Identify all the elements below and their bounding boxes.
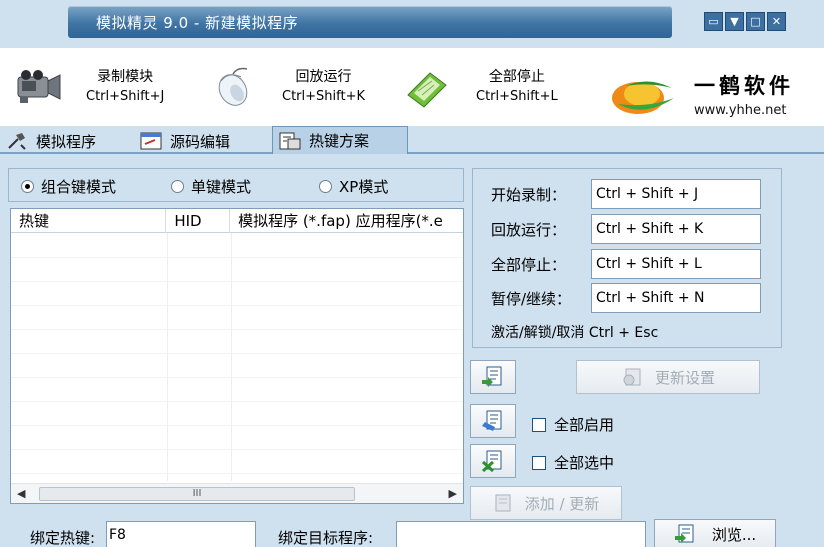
tab-label: 模拟程序 <box>36 132 97 151</box>
delete-entry-button[interactable] <box>470 444 516 478</box>
enable-all-label: 全部启用 <box>554 416 615 434</box>
hotkey-icon <box>279 132 301 150</box>
hotkey-label: 全部停止： <box>491 255 567 274</box>
list-body <box>11 233 463 481</box>
hotkey-row-pause-resume: 暂停/继续： Ctrl + Shift + N <box>491 283 761 313</box>
company-logo: 一鹤软件 www.yhhe.net <box>608 70 808 122</box>
playback-run-button[interactable]: 回放运行 Ctrl+Shift+K <box>204 60 365 114</box>
stop-all-label: 全部停止 <box>488 69 545 85</box>
radio-label: 单键模式 <box>191 178 252 196</box>
playback-hotkey-field[interactable]: Ctrl + Shift + K <box>591 214 761 244</box>
radio-xp-mode[interactable]: XP模式 <box>319 176 388 197</box>
restore-icon[interactable]: ▭ <box>704 12 723 31</box>
title-capsule[interactable]: 模拟精灵 9.0 - 新建模拟程序 <box>68 6 672 38</box>
window-title: 模拟精灵 9.0 - 新建模拟程序 <box>96 14 299 32</box>
mouse-icon <box>204 60 264 114</box>
logo-url: www.yhhe.net <box>694 103 787 118</box>
bind-target-field[interactable] <box>396 521 646 547</box>
bind-hotkey-label: 绑定热键: <box>30 529 96 547</box>
browse-icon <box>674 524 694 543</box>
tab-hotkey-scheme[interactable]: 热键方案 <box>272 126 408 154</box>
tab-label: 源码编辑 <box>170 132 231 151</box>
edit-entry-button[interactable] <box>470 404 516 438</box>
title-bar: 模拟精灵 9.0 - 新建模拟程序 ▭ ▼ □ ✕ <box>0 0 824 48</box>
camcorder-icon <box>8 60 68 114</box>
toolbar: 录制模块 Ctrl+Shift+J 回放运行 Ctrl+Shift+K 全部停止… <box>0 48 824 126</box>
import-button[interactable] <box>470 360 516 394</box>
stop-all-shortcut: Ctrl+Shift+L <box>476 89 558 104</box>
browse-label: 浏览... <box>711 525 757 544</box>
radio-dot <box>171 180 184 193</box>
hotkey-label: 暂停/继续： <box>491 289 572 308</box>
browse-button[interactable]: 浏览... <box>654 519 776 547</box>
tab-source-edit[interactable]: 源码编辑 <box>134 128 266 154</box>
hotkey-row-stop-all: 全部停止： Ctrl + Shift + L <box>491 249 761 279</box>
hotkey-settings-panel: 开始录制： Ctrl + Shift + J 回放运行： Ctrl + Shif… <box>472 168 782 348</box>
update-settings-label: 更新设置 <box>654 368 715 387</box>
stop-all-button[interactable]: 全部停止 Ctrl+Shift+L <box>396 60 558 114</box>
delete-list-icon <box>481 450 502 472</box>
record-module-shortcut: Ctrl+Shift+J <box>86 89 165 104</box>
hotkey-list[interactable]: 热键 HID 模拟程序 (*.fap) 应用程序(*.e ◀ III ▶ <box>10 208 464 504</box>
column-header-program[interactable]: 模拟程序 (*.fap) 应用程序(*.e <box>230 209 463 233</box>
column-header-hotkey[interactable]: 热键 <box>11 209 167 233</box>
import-list-icon <box>482 366 502 387</box>
radio-dot <box>21 180 34 193</box>
hotkey-label: 开始录制： <box>491 185 567 204</box>
radio-combo-key-mode[interactable]: 组合键模式 <box>21 176 116 197</box>
radio-label: XP模式 <box>339 178 389 196</box>
logo-chinese-text: 一鹤软件 <box>694 73 794 98</box>
playback-run-label: 回放运行 <box>295 69 352 85</box>
checkbox-box <box>532 417 546 432</box>
logo-crane-icon <box>612 81 674 114</box>
scroll-right-icon[interactable]: ▶ <box>449 487 457 500</box>
radio-single-key-mode[interactable]: 单键模式 <box>171 176 251 197</box>
scroll-thumb[interactable]: III <box>39 487 355 501</box>
hotkey-row-playback: 回放运行： Ctrl + Shift + K <box>491 214 761 244</box>
stop-all-hotkey-field[interactable]: Ctrl + Shift + L <box>591 249 761 279</box>
update-settings-icon <box>623 368 641 386</box>
bind-target-label: 绑定目标程序: <box>278 529 374 547</box>
enable-all-checkbox[interactable]: 全部启用 <box>532 414 614 435</box>
checkbox-box <box>532 455 546 470</box>
stop-card-icon <box>396 60 456 114</box>
code-edit-icon <box>140 132 162 150</box>
hotkey-row-start-record: 开始录制： Ctrl + Shift + J <box>491 179 761 209</box>
add-update-icon <box>495 494 511 512</box>
hammer-icon <box>6 132 28 150</box>
tab-bar: 模拟程序 源码编辑 热键方案 <box>0 126 824 154</box>
tab-simulation-program[interactable]: 模拟程序 <box>0 128 128 154</box>
record-module-button[interactable]: 录制模块 Ctrl+Shift+J <box>8 60 164 114</box>
pause-resume-hotkey-field[interactable]: Ctrl + Shift + N <box>591 283 761 313</box>
select-all-label: 全部选中 <box>554 454 615 472</box>
tab-label: 热键方案 <box>309 132 370 150</box>
mode-selector: 组合键模式 单键模式 XP模式 <box>8 168 464 202</box>
bind-hotkey-field[interactable]: F8 <box>106 521 256 547</box>
start-record-hotkey-field[interactable]: Ctrl + Shift + J <box>591 179 761 209</box>
add-update-label: 添加 / 更新 <box>524 494 600 513</box>
add-update-button[interactable]: 添加 / 更新 <box>470 486 622 520</box>
scroll-left-icon[interactable]: ◀ <box>17 487 25 500</box>
hotkey-label: 回放运行： <box>491 220 567 239</box>
playback-run-shortcut: Ctrl+Shift+K <box>282 89 365 104</box>
update-settings-button[interactable]: 更新设置 <box>576 360 760 394</box>
horizontal-scrollbar[interactable]: ◀ III ▶ <box>11 483 463 503</box>
minimize-icon[interactable]: ▼ <box>725 12 744 31</box>
close-icon[interactable]: ✕ <box>767 12 786 31</box>
column-header-hid[interactable]: HID <box>166 209 231 233</box>
activate-unlock-note: 激活/解锁/取消 Ctrl + Esc <box>491 325 659 341</box>
edit-list-icon <box>482 410 502 431</box>
record-module-label: 录制模块 <box>97 69 154 85</box>
radio-label: 组合键模式 <box>41 178 117 196</box>
radio-dot <box>319 180 332 193</box>
maximize-icon[interactable]: □ <box>746 12 765 31</box>
window-controls: ▭ ▼ □ ✕ <box>704 12 786 31</box>
list-header: 热键 HID 模拟程序 (*.fap) 应用程序(*.e <box>11 209 463 233</box>
select-all-checkbox[interactable]: 全部选中 <box>532 452 614 473</box>
